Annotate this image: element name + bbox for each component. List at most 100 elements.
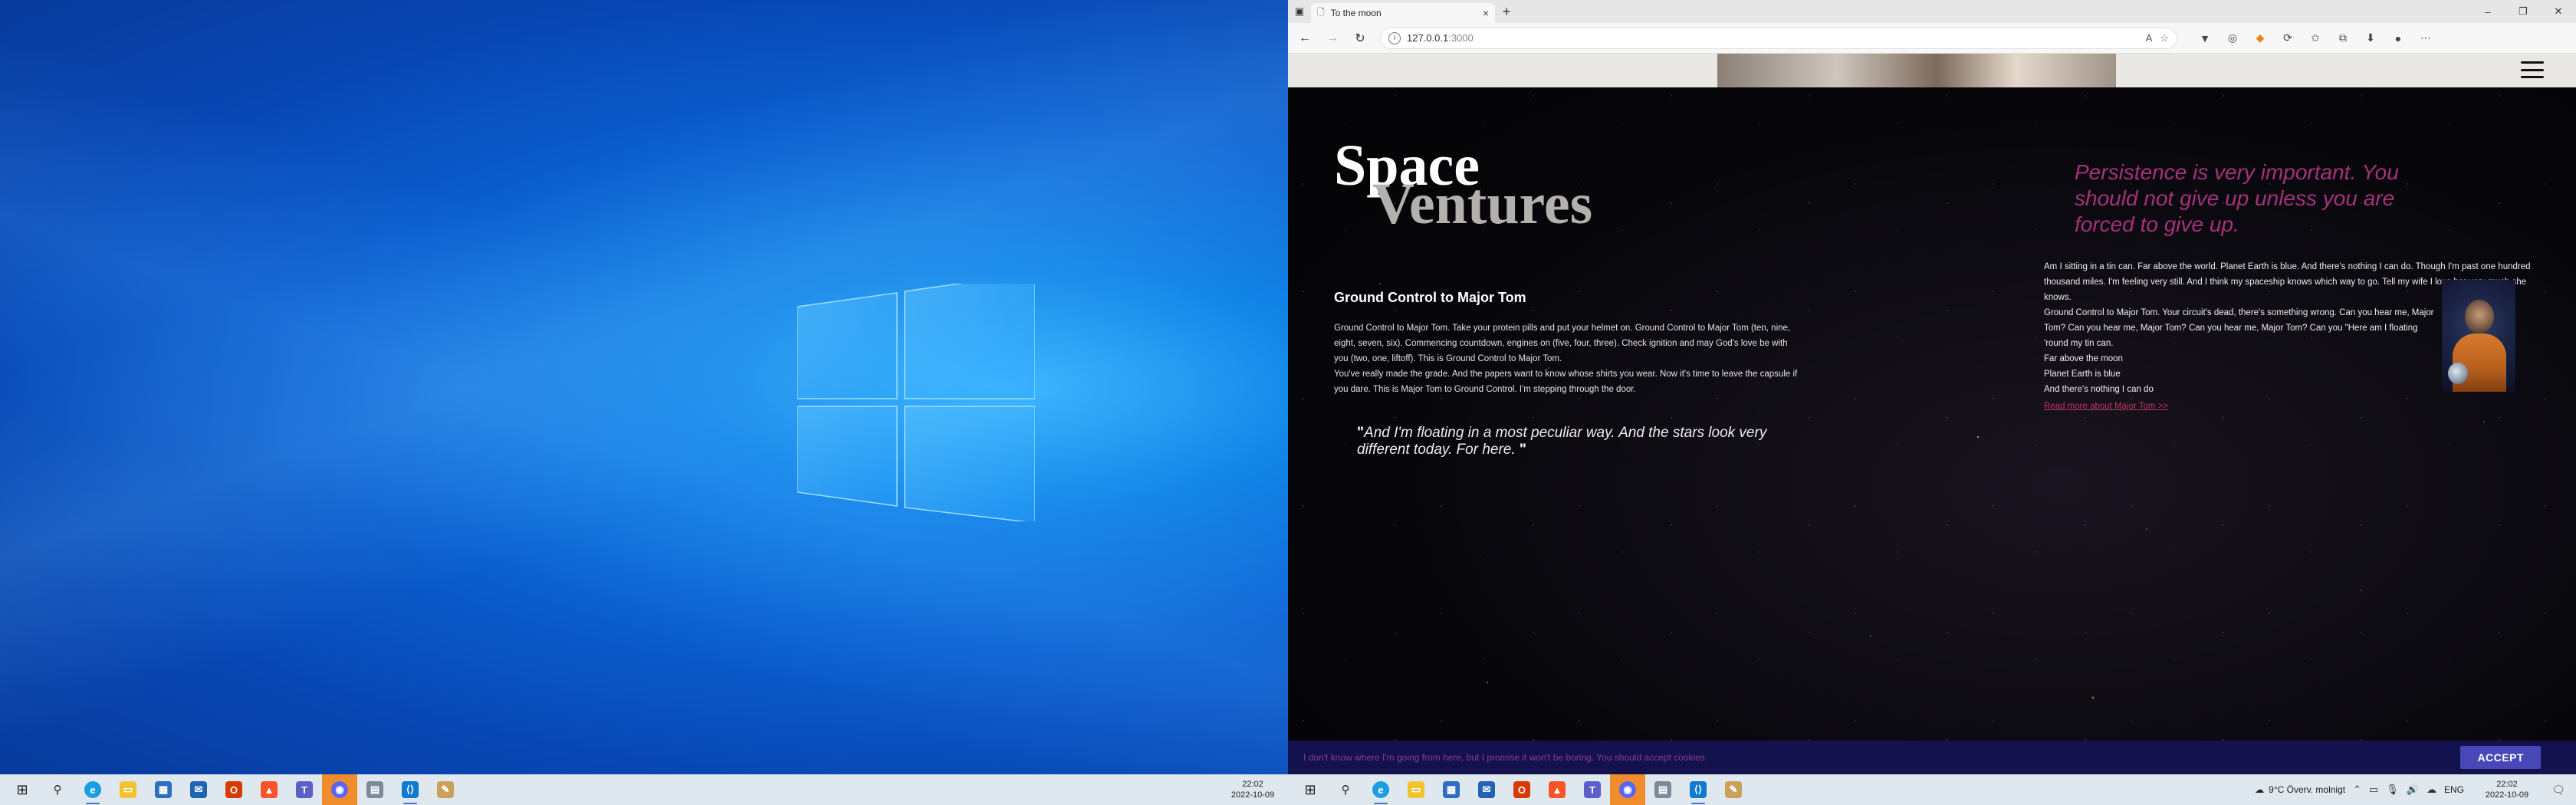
cloud-icon: ☁	[2255, 784, 2265, 795]
tab-bar: ▣ 🗋 To the moon × + – ❐ ✕	[1288, 0, 2576, 23]
read-more-link[interactable]: Read more about Major Tom >>	[2044, 399, 2168, 414]
favorites-icon[interactable]: ✩	[2303, 26, 2328, 51]
clock-date: 2022-10-09	[1230, 790, 1275, 800]
wallpaper-light-beam	[0, 0, 1288, 774]
address-bar-row: ← → ↻ i 127.0.0.1:3000 A ☆ ▼ ◎ ◆ ⟳ ✩ ⧉ ⬇…	[1288, 23, 2576, 54]
url-port: :3000	[1448, 32, 1474, 44]
network-icon[interactable]: ▭	[2369, 784, 2378, 796]
cookie-banner: I don't know where I'm going from here, …	[1288, 741, 2576, 774]
notifications-icon[interactable]: 🗨	[2545, 774, 2571, 805]
address-input[interactable]: i 127.0.0.1:3000 A ☆	[1380, 27, 2177, 49]
weather-text: 9°C Överv. molnigt	[2269, 784, 2346, 795]
collections-icon[interactable]: ⧉	[2331, 26, 2355, 51]
tab-to-the-moon[interactable]: 🗋 To the moon ×	[1311, 3, 1495, 23]
tab-actions-icon[interactable]: ▣	[1288, 0, 1311, 23]
hamburger-menu-icon[interactable]	[2521, 61, 2544, 78]
url-host: 127.0.0.1	[1407, 32, 1449, 44]
extension-toolbar: ▼ ◎ ◆ ⟳ ✩ ⧉ ⬇ ● ⋯	[2193, 26, 2438, 51]
edge-icon[interactable]: e	[75, 774, 110, 805]
tab-title: To the moon	[1330, 8, 1382, 18]
mail-icon[interactable]: ✉	[181, 774, 216, 805]
refresh-icon[interactable]: ↻	[1348, 26, 1372, 51]
cookie-text: I don't know where I'm going from here, …	[1303, 752, 1708, 763]
downloads-icon[interactable]: ⬇	[2358, 26, 2383, 51]
forward-arrow-icon[interactable]: →	[1320, 26, 1345, 51]
system-tray: ☁ 9°C Överv. molnigt ⌃ ▭ 🎙 🔊 ☁ ENG 22:02…	[2255, 774, 2571, 805]
logo-ventures: Ventures	[1372, 172, 1593, 236]
extension-icon[interactable]: ▼	[2193, 26, 2217, 51]
paint-icon[interactable]: ✎	[428, 774, 463, 805]
store-icon[interactable]: ▦	[146, 774, 181, 805]
edge-icon[interactable]: e	[1363, 774, 1398, 805]
brave-icon[interactable]: ▲	[1539, 774, 1575, 805]
maximize-icon[interactable]: ❐	[2505, 0, 2541, 23]
aside-paragraph: Ground Control to Major Tom. Your circui…	[2044, 308, 2434, 348]
search-icon[interactable]: ⚲	[1328, 774, 1363, 805]
paint-icon[interactable]: ✎	[1716, 774, 1751, 805]
weather-widget[interactable]: ☁ 9°C Överv. molnigt	[2255, 784, 2345, 795]
quote-mark-open: "	[1357, 425, 1365, 441]
teams-icon[interactable]: T	[1575, 774, 1610, 805]
chevron-up-icon[interactable]: ⌃	[2353, 784, 2361, 796]
back-arrow-icon[interactable]: ←	[1293, 26, 1317, 51]
mail-icon[interactable]: ✉	[1469, 774, 1504, 805]
extension-icon[interactable]: ◎	[2220, 26, 2245, 51]
onedrive-icon[interactable]: ☁	[2426, 784, 2436, 796]
office-icon[interactable]: O	[1504, 774, 1539, 805]
discord-icon[interactable]: ◉	[322, 774, 357, 805]
terminal-icon[interactable]: ▤	[357, 774, 393, 805]
window-controls: – ❐ ✕	[2470, 0, 2576, 23]
clock[interactable]: 22:02 2022-10-09	[1222, 779, 1283, 800]
section-body: Ground Control to Major Tom. Take your p…	[1334, 320, 1802, 397]
desktop-wallpaper	[0, 0, 1288, 774]
astronaut-image	[2442, 280, 2515, 392]
teams-icon[interactable]: T	[287, 774, 322, 805]
settings-more-icon[interactable]: ⋯	[2413, 26, 2438, 51]
hero-photo	[1717, 54, 2116, 87]
search-icon[interactable]: ⚲	[40, 774, 75, 805]
page-icon: 🗋	[1317, 6, 1325, 18]
extensions-puzzle-icon[interactable]: ⟳	[2275, 26, 2300, 51]
add-favorite-icon[interactable]: ☆	[2160, 32, 2169, 44]
web-page: Space Ventures Ground Control to Major T…	[1288, 54, 2576, 774]
language-indicator[interactable]: ENG	[2444, 784, 2464, 795]
start-icon[interactable]: ⊞	[5, 774, 40, 805]
close-window-icon[interactable]: ✕	[2541, 0, 2576, 23]
profile-avatar-icon[interactable]: ●	[2386, 26, 2410, 51]
wallpaper-light-beam	[0, 0, 1288, 774]
clock-time: 22:02	[2496, 780, 2518, 789]
microphone-icon[interactable]: 🎙	[2386, 784, 2399, 796]
clock[interactable]: 22:02 2022-10-09	[2476, 779, 2538, 800]
taskbar-right: ⊞ ⚲ e ▭ ▦ ✉ O ▲ T ◉ ▤ ⟨⟩ ✎ ☁ 9°C Överv. …	[1288, 774, 2576, 805]
windows-logo	[797, 284, 1035, 521]
vscode-icon[interactable]: ⟨⟩	[1681, 774, 1716, 805]
brave-icon[interactable]: ▲	[251, 774, 287, 805]
clock-time: 22:02	[1242, 780, 1263, 789]
discord-icon[interactable]: ◉	[1610, 774, 1645, 805]
vscode-icon[interactable]: ⟨⟩	[393, 774, 428, 805]
browser-window: ▣ 🗋 To the moon × + – ❐ ✕ ← → ↻ i 127.0.…	[1288, 0, 2576, 774]
pull-quote: "And I'm floating in a most peculiar way…	[1357, 425, 1771, 458]
section-paragraph: You've really made the grade. And the pa…	[1334, 370, 1798, 394]
clock-date: 2022-10-09	[2485, 790, 2529, 800]
office-icon[interactable]: O	[216, 774, 251, 805]
speaker-icon[interactable]: 🔊	[2407, 784, 2419, 796]
hero-image-strip	[1288, 54, 2576, 87]
new-tab-icon[interactable]: +	[1495, 4, 1518, 20]
taskbar-left: ⊞ ⚲ e ▭ ▦ ✉ O ▲ T ◉ ▤ ⟨⟩ ✎ 22:02 2022-10…	[0, 774, 1288, 805]
close-tab-icon[interactable]: ×	[1483, 7, 1489, 19]
store-icon[interactable]: ▦	[1434, 774, 1469, 805]
file-explorer-icon[interactable]: ▭	[110, 774, 146, 805]
accept-cookies-button[interactable]: ACCEPT	[2460, 746, 2541, 769]
section-paragraph: Ground Control to Major Tom. Take your p…	[1334, 324, 1791, 363]
persistence-quote: Persistence is very important. You shoul…	[2075, 160, 2399, 236]
minimize-icon[interactable]: –	[2470, 0, 2505, 23]
metamask-icon[interactable]: ◆	[2248, 26, 2272, 51]
terminal-icon[interactable]: ▤	[1645, 774, 1681, 805]
pull-quote-text: And I'm floating in a most peculiar way.…	[1357, 425, 1767, 458]
file-explorer-icon[interactable]: ▭	[1398, 774, 1434, 805]
section-title: Ground Control to Major Tom	[1334, 290, 1526, 305]
read-aloud-icon[interactable]: A	[2146, 32, 2153, 44]
start-icon[interactable]: ⊞	[1293, 774, 1328, 805]
site-info-icon[interactable]: i	[1388, 31, 1401, 44]
